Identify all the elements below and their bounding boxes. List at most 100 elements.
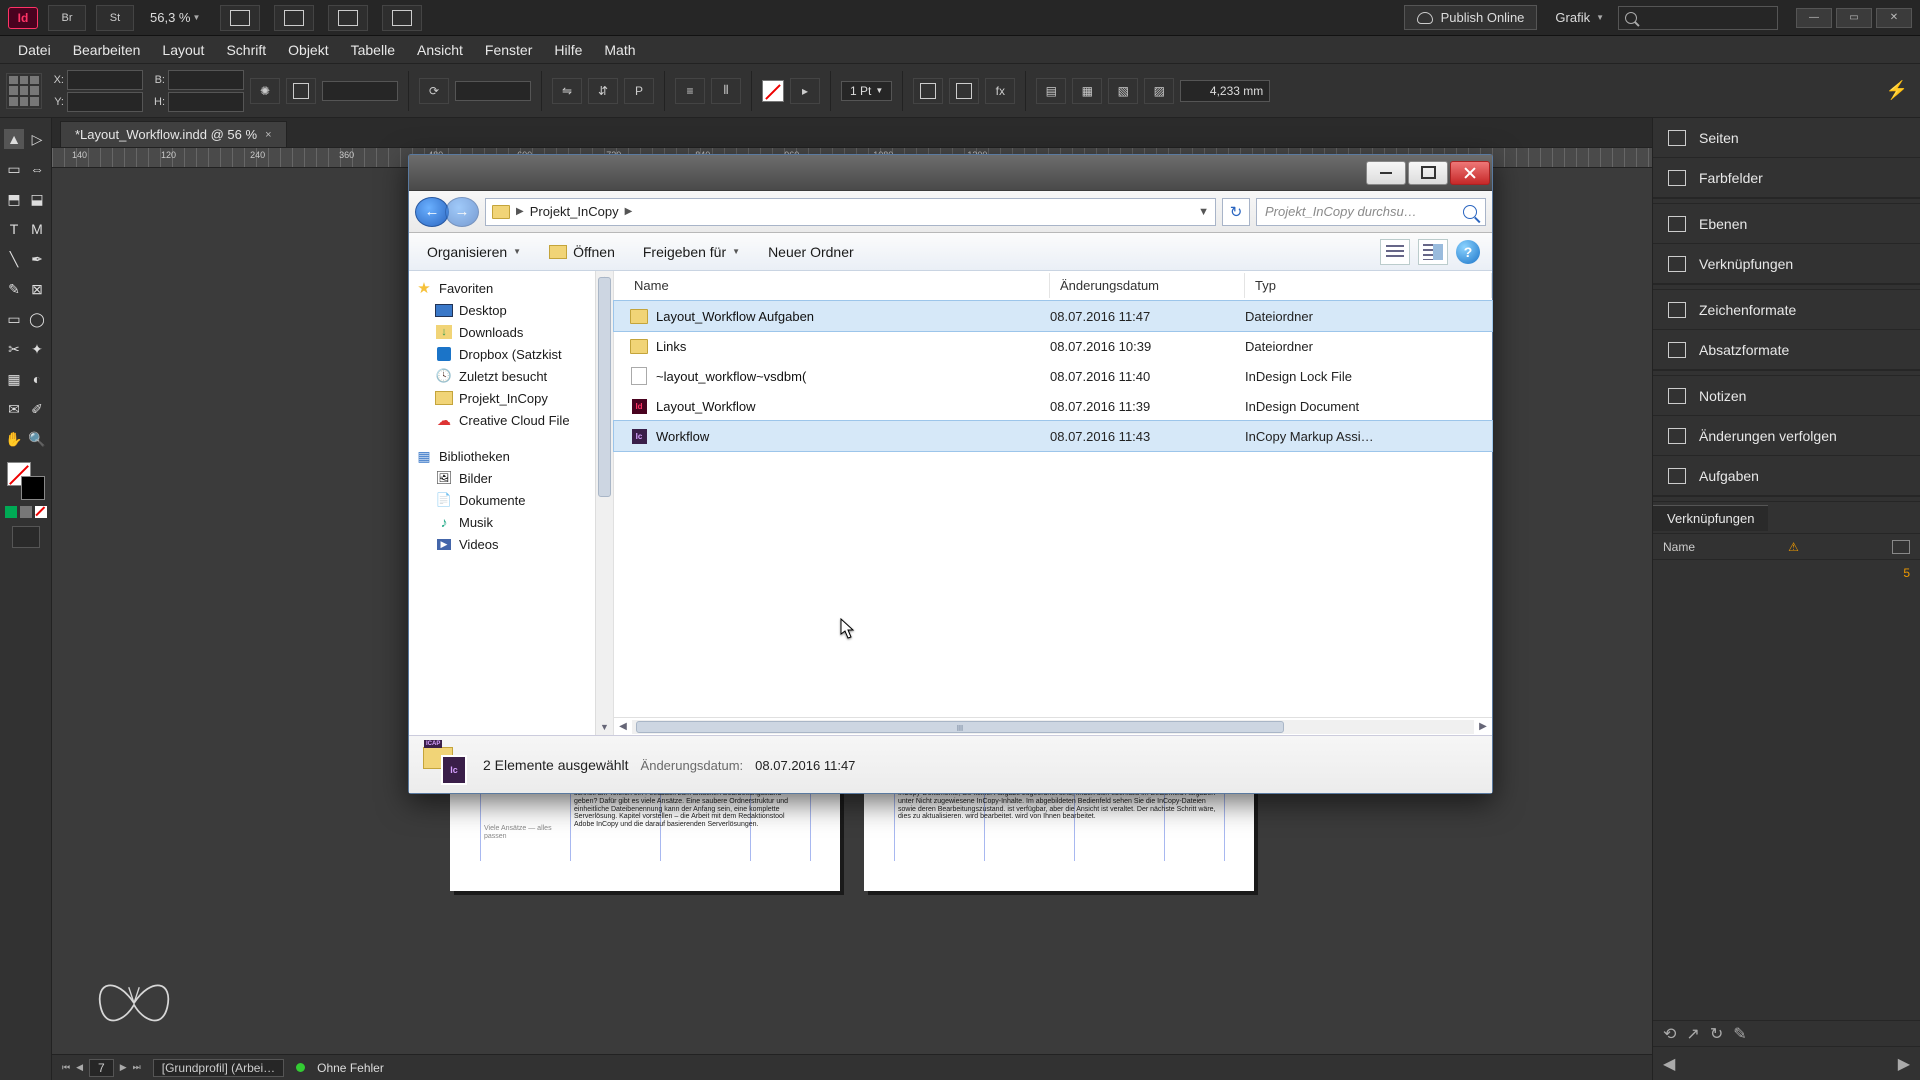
view-options-3[interactable] <box>328 5 368 31</box>
forward-button[interactable]: → <box>445 197 479 227</box>
reference-point-grid[interactable] <box>6 73 42 109</box>
menu-hilfe[interactable]: Hilfe <box>544 39 592 61</box>
menu-datei[interactable]: Datei <box>8 39 61 61</box>
distribute-icon[interactable]: ⫴ <box>711 78 741 104</box>
flip-h-icon[interactable]: ⇋ <box>552 78 582 104</box>
menu-schrift[interactable]: Schrift <box>216 39 276 61</box>
panel-verknuepfungen[interactable]: Verknüpfungen <box>1653 244 1920 284</box>
gradient-tool[interactable]: ▦ <box>4 369 24 389</box>
scroll-down-icon[interactable]: ▼ <box>596 719 613 735</box>
view-options-2[interactable] <box>274 5 314 31</box>
nav-tree[interactable]: Favoriten Desktop Downloads Dropbox (Sat… <box>409 271 614 735</box>
tree-projekt-incopy[interactable]: Projekt_InCopy <box>413 387 613 409</box>
col-type[interactable]: Typ <box>1245 273 1492 298</box>
scale-x-field[interactable] <box>322 81 398 101</box>
tree-recent[interactable]: Zuletzt besucht <box>413 365 613 387</box>
app-minimize-button[interactable]: — <box>1796 8 1832 28</box>
help-search[interactable] <box>1618 6 1778 30</box>
hscrollbar-thumb[interactable] <box>636 721 1284 733</box>
rectangle-tool[interactable]: ▭ <box>4 309 24 329</box>
menu-objekt[interactable]: Objekt <box>278 39 338 61</box>
tree-desktop[interactable]: Desktop <box>413 299 613 321</box>
tree-scrollbar[interactable]: ▲ ▼ <box>595 271 613 735</box>
relink-icon[interactable]: ⟲ <box>1663 1024 1676 1044</box>
edit-original-icon[interactable]: ✎ <box>1733 1024 1746 1044</box>
prev-thumb-icon[interactable]: ◀ <box>1663 1054 1675 1074</box>
frame-tool[interactable]: ⊠ <box>27 279 47 299</box>
flip-v-icon[interactable]: ⇵ <box>588 78 618 104</box>
menu-fenster[interactable]: Fenster <box>475 39 542 61</box>
new-folder-button[interactable]: Neuer Ordner <box>762 240 860 264</box>
page-tool[interactable]: ▭ <box>4 159 24 179</box>
close-tab-icon[interactable]: × <box>265 129 271 141</box>
panel-aufgaben[interactable]: Aufgaben <box>1653 456 1920 496</box>
tree-bilder[interactable]: Bilder <box>413 467 613 489</box>
fx-button[interactable]: fx <box>985 78 1015 104</box>
color-mode-buttons[interactable] <box>5 506 47 518</box>
tree-musik[interactable]: Musik <box>413 511 613 533</box>
panel-notizen[interactable]: Notizen <box>1653 376 1920 416</box>
explorer-minimize-button[interactable] <box>1366 161 1406 185</box>
tree-creative-cloud[interactable]: Creative Cloud File <box>413 409 613 431</box>
file-row[interactable]: Layout_Workflow Aufgaben08.07.2016 11:47… <box>614 301 1492 331</box>
preview-pane-button[interactable] <box>1418 239 1448 265</box>
w-field[interactable] <box>168 70 244 90</box>
file-row[interactable]: ~layout_workflow~vsdbm(08.07.2016 11:40I… <box>614 361 1492 391</box>
para-icon[interactable]: P <box>624 78 654 104</box>
organize-button[interactable]: Organisieren▼ <box>421 240 527 264</box>
share-button[interactable]: Freigeben für▼ <box>637 240 746 264</box>
fill-chevron[interactable]: ▸ <box>790 78 820 104</box>
explorer-search[interactable]: Projekt_InCopy durchsu… <box>1256 198 1486 226</box>
publish-online-button[interactable]: Publish Online <box>1404 5 1538 30</box>
stroke-weight-selector[interactable]: 1 Pt ▼ <box>841 81 892 101</box>
scrollbar-thumb[interactable] <box>598 277 611 497</box>
frame-button-2[interactable] <box>949 78 979 104</box>
explorer-maximize-button[interactable] <box>1408 161 1448 185</box>
type-tool[interactable]: T <box>4 219 24 239</box>
file-row[interactable]: Workflow08.07.2016 11:43InCopy Markup As… <box>614 421 1492 451</box>
stock-button[interactable]: St <box>96 5 134 31</box>
breadcrumb-segment[interactable]: Projekt_InCopy <box>530 204 619 219</box>
screen-mode-button[interactable] <box>12 526 40 548</box>
preflight-profile[interactable]: [Grundprofil] (Arbei… <box>153 1059 284 1077</box>
view-options-1[interactable] <box>220 5 260 31</box>
workspace-selector[interactable]: Grafik ▼ <box>1555 10 1604 25</box>
help-button[interactable]: ? <box>1456 240 1480 264</box>
tree-videos[interactable]: Videos <box>413 533 613 555</box>
h-field[interactable] <box>168 92 244 112</box>
wrap-2[interactable]: ▦ <box>1072 78 1102 104</box>
quick-apply-icon[interactable]: ⚡ <box>1886 80 1908 101</box>
file-row[interactable]: Layout_Workflow08.07.2016 11:39InDesign … <box>614 391 1492 421</box>
menu-bearbeiten[interactable]: Bearbeiten <box>63 39 151 61</box>
content-collector-tool[interactable]: ⬒ <box>4 189 24 209</box>
first-page-icon[interactable]: ⏮ <box>62 1062 70 1073</box>
explorer-close-button[interactable] <box>1450 161 1490 185</box>
links-col-page-icon[interactable] <box>1892 540 1910 554</box>
goto-link-icon[interactable]: ↗ <box>1686 1024 1699 1044</box>
file-row[interactable]: Links08.07.2016 10:39Dateiordner <box>614 331 1492 361</box>
fill-swatch[interactable] <box>762 80 784 102</box>
scale-button[interactable] <box>286 78 316 104</box>
note-tool[interactable]: ✉ <box>4 399 24 419</box>
wrap-3[interactable]: ▧ <box>1108 78 1138 104</box>
frame-button-1[interactable] <box>913 78 943 104</box>
view-options-4[interactable] <box>382 5 422 31</box>
page-nav[interactable]: ⏮ ◀ 7 ▶ ⏭ <box>62 1059 141 1077</box>
wrap-4[interactable]: ▨ <box>1144 78 1174 104</box>
tree-dropbox[interactable]: Dropbox (Satzkist <box>413 343 613 365</box>
menu-ansicht[interactable]: Ansicht <box>407 39 473 61</box>
type-path-tool[interactable]: M <box>27 219 47 239</box>
refresh-button[interactable] <box>1222 198 1250 226</box>
view-mode-button[interactable] <box>1380 239 1410 265</box>
hand-tool[interactable]: ✋ <box>4 429 24 449</box>
breadcrumb-dropdown-icon[interactable]: ▼ <box>1198 206 1209 218</box>
update-link-icon[interactable]: ↻ <box>1710 1024 1723 1044</box>
corner-value[interactable]: 4,233 mm <box>1180 80 1270 102</box>
eyedropper-tool[interactable]: ✐ <box>27 399 47 419</box>
line-tool[interactable]: ╲ <box>4 249 24 269</box>
app-close-button[interactable]: ✕ <box>1876 8 1912 28</box>
panel-zeichenformate[interactable]: Zeichenformate <box>1653 290 1920 330</box>
free-transform-tool[interactable]: ✦ <box>27 339 47 359</box>
fill-stroke-swatch[interactable] <box>7 462 45 500</box>
bridge-button[interactable]: Br <box>48 5 86 31</box>
